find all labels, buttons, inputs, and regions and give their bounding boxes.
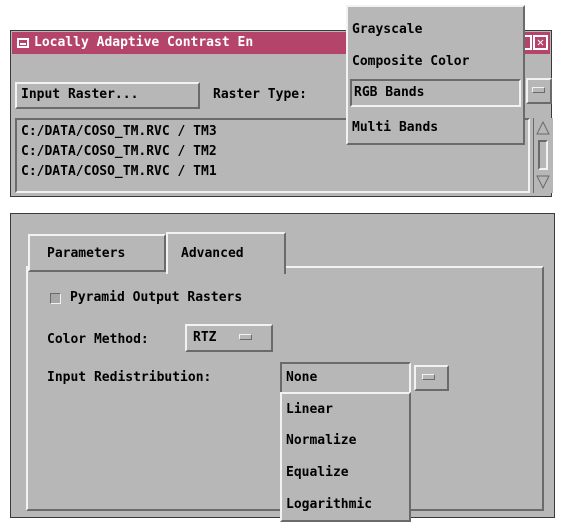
window-title: Locally Adaptive Contrast En (34, 35, 254, 50)
menu-item-label: RGB Bands (354, 85, 425, 100)
window-menu-icon[interactable] (17, 38, 29, 48)
menu-item-normalize[interactable]: Normalize (286, 432, 356, 450)
option-menu-icon (422, 374, 435, 380)
list-item[interactable]: C:/DATA/COSO_TM.RVC / TM1 (21, 162, 217, 181)
menu-item-grayscale[interactable]: Grayscale (352, 21, 422, 39)
menu-item-rgb-bands[interactable]: RGB Bands (350, 79, 521, 107)
color-method-value: RTZ (193, 330, 217, 345)
menu-item-linear[interactable]: Linear (286, 401, 333, 419)
menu-item-composite-color[interactable]: Composite Color (352, 53, 469, 71)
list-item[interactable]: C:/DATA/COSO_TM.RVC / TM2 (21, 142, 217, 161)
pyramid-output-label: Pyramid Output Rasters (70, 290, 243, 305)
raster-type-dropdown-button[interactable] (526, 78, 552, 104)
color-method-label: Color Method: (47, 332, 149, 347)
close-icon[interactable]: ✕ (533, 35, 548, 50)
vertical-scrollbar[interactable] (533, 118, 553, 193)
raster-type-label: Raster Type: (213, 87, 307, 102)
input-raster-button-label: Input Raster... (21, 87, 139, 102)
color-method-select[interactable]: RTZ (185, 324, 273, 352)
scrollbar-thumb[interactable] (538, 140, 548, 170)
option-menu-icon (532, 87, 545, 93)
input-redistribution-dropdown-button[interactable] (414, 365, 449, 391)
menu-item-multi-bands[interactable]: Multi Bands (352, 119, 438, 137)
menu-item-equalize[interactable]: Equalize (286, 464, 349, 482)
input-redistribution-label: Input Redistribution: (47, 370, 212, 385)
tab-advanced[interactable]: Advanced (166, 232, 286, 274)
list-item[interactable]: C:/DATA/COSO_TM.RVC / TM3 (21, 122, 217, 141)
option-menu-icon (239, 334, 252, 340)
input-redistribution-select[interactable]: None (280, 362, 411, 394)
redistribution-menu: Linear Normalize Equalize Logarithmic (280, 392, 411, 522)
scroll-up-icon[interactable] (536, 121, 550, 135)
input-raster-button[interactable]: Input Raster... (15, 82, 200, 109)
tab-label: Advanced (181, 246, 244, 261)
pyramid-output-checkbox[interactable] (50, 293, 61, 304)
tab-label: Parameters (47, 246, 126, 261)
input-redistribution-value: None (286, 370, 318, 385)
raster-type-menu: Grayscale Composite Color RGB Bands Mult… (346, 5, 525, 145)
menu-item-logarithmic[interactable]: Logarithmic (286, 496, 372, 514)
tab-parameters[interactable]: Parameters (28, 234, 166, 272)
scroll-down-icon[interactable] (536, 175, 550, 189)
